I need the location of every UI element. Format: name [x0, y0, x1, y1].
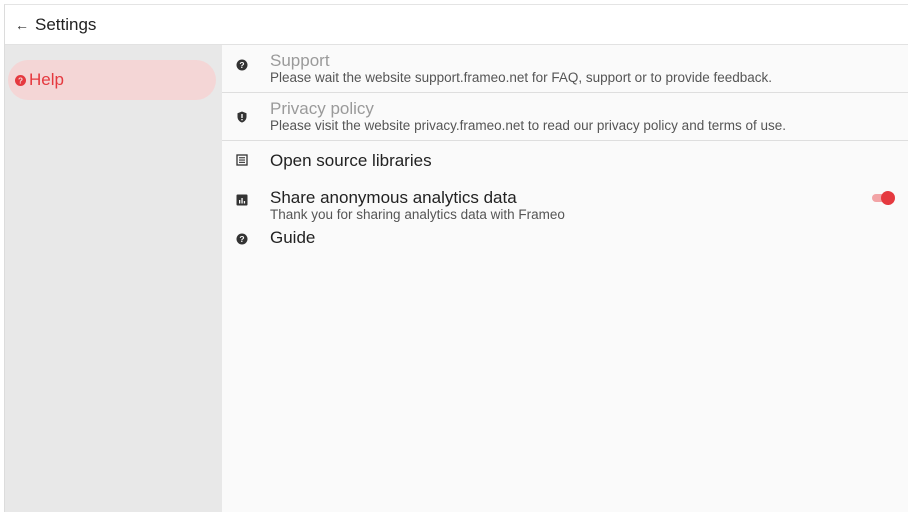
support-title: Support — [270, 51, 330, 70]
settings-content: ? Support Please wait the website suppor… — [222, 45, 908, 512]
top-bar: ← Settings — [5, 5, 908, 45]
privacy-policy-subtitle: Please visit the website privacy.frameo.… — [270, 118, 786, 133]
guide-row[interactable]: ? Guide — [222, 228, 908, 250]
open-source-libraries-row[interactable]: Open source libraries — [222, 151, 908, 175]
help-circle-icon: ? — [236, 59, 248, 71]
sidebar-item-label: Help — [29, 70, 64, 89]
analytics-title: Share anonymous analytics data — [270, 188, 517, 207]
arrow-left-icon[interactable]: ← — [15, 18, 33, 32]
page-title: Settings — [35, 14, 97, 34]
divider — [222, 140, 908, 141]
list-document-icon — [236, 154, 248, 166]
svg-text:?: ? — [239, 60, 244, 70]
analytics-row[interactable]: Share anonymous analytics data Thank you… — [222, 188, 908, 224]
analytics-chart-icon — [236, 194, 248, 206]
help-circle-icon: ? — [15, 74, 26, 86]
settings-window: ← Settings ? Help ? Support Please wait … — [4, 4, 908, 512]
open-source-libraries-title: Open source libraries — [270, 151, 432, 170]
svg-text:?: ? — [18, 76, 23, 85]
support-subtitle: Please wait the website support.frameo.n… — [270, 70, 773, 85]
sidebar-item-help[interactable]: ? Help — [8, 60, 216, 100]
shield-icon — [237, 111, 247, 123]
support-row[interactable]: ? Support Please wait the website suppor… — [222, 51, 908, 89]
toggle-thumb — [881, 191, 895, 205]
help-circle-icon: ? — [236, 233, 248, 245]
divider — [222, 92, 908, 93]
analytics-subtitle: Thank you for sharing analytics data wit… — [270, 207, 565, 222]
svg-text:?: ? — [239, 234, 244, 244]
privacy-policy-row[interactable]: Privacy policy Please visit the website … — [222, 99, 908, 137]
sidebar: ? Help — [5, 45, 222, 512]
analytics-toggle[interactable] — [871, 191, 895, 205]
guide-title: Guide — [270, 228, 316, 247]
privacy-policy-title: Privacy policy — [270, 99, 374, 118]
